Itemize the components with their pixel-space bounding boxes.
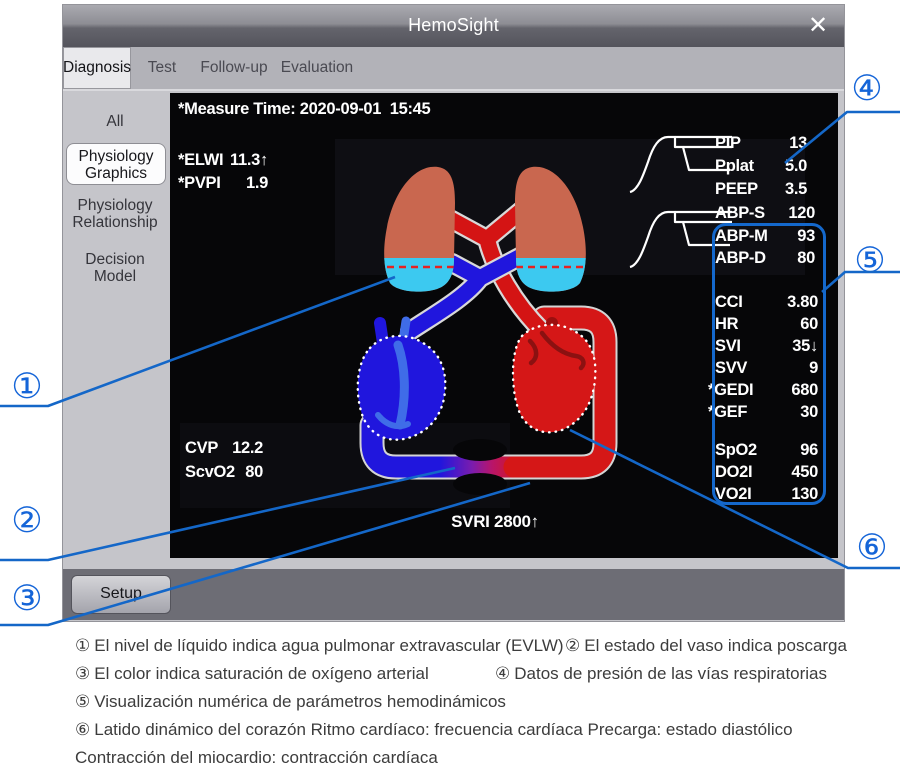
legend-item-6-cont: Contracción del miocardio: contracción c… <box>75 744 438 771</box>
sidebar-item-decision-model[interactable]: Decision Model <box>63 251 167 285</box>
title-bar: HemoSight ✕ <box>63 5 844 47</box>
vessel-pinch <box>453 473 507 495</box>
callout-1: ① <box>7 368 47 406</box>
callout-2: ② <box>7 502 47 540</box>
param-abp-s: ABP-S120 <box>715 202 815 224</box>
param-elwi: *ELWI11.3↑ <box>178 149 268 171</box>
sidebar-item-label: Relationship <box>63 214 167 231</box>
legend-item-3: ③El color indica saturación de oxígeno a… <box>75 660 495 688</box>
bottom-bar: Setup <box>63 569 844 620</box>
sidebar-item-label: Physiology <box>67 148 165 165</box>
param-svri: SVRI 2800↑ <box>410 512 580 532</box>
sidebar-item-label: Graphics <box>67 165 165 182</box>
right-heart-blue <box>358 321 446 440</box>
legend-row: ⑥Latido dinámico del corazón Ritmo cardí… <box>75 716 885 744</box>
legend: ①El nivel de líquido indica agua pulmona… <box>75 632 885 771</box>
callout-4: ④ <box>847 70 887 108</box>
dialog-title: HemoSight <box>63 15 844 36</box>
legend-row: Contracción del miocardio: contracción c… <box>75 744 885 771</box>
sidebar: All Physiology Graphics Physiology Relat… <box>63 91 167 569</box>
legend-row: ①El nivel de líquido indica agua pulmona… <box>75 632 885 660</box>
callout-3: ③ <box>7 580 47 618</box>
param-pvpi: *PVPI1.9 <box>178 172 268 194</box>
legend-item-6: ⑥Latido dinámico del corazón Ritmo cardí… <box>75 716 793 744</box>
tab-bar: Diagnosis Test Follow-up Evaluation <box>63 47 844 91</box>
param-pip: PIP13 <box>715 132 807 154</box>
close-icon[interactable]: ✕ <box>802 11 834 41</box>
legend-item-5: ⑤Visualización numérica de parámetros he… <box>75 688 506 716</box>
legend-item-1: ①El nivel de líquido indica agua pulmona… <box>75 632 565 660</box>
legend-item-4: ④Datos de presión de las vías respirator… <box>495 660 827 688</box>
hemodynamic-params-highlight-box <box>712 223 826 505</box>
sidebar-item-label: Physiology <box>63 197 167 214</box>
callout-6: ⑥ <box>852 529 892 567</box>
param-scvo2: ScvO280 <box>185 461 263 483</box>
param-pplat: Pplat5.0 <box>715 155 807 177</box>
tab-follow-up[interactable]: Follow-up <box>193 47 275 89</box>
sidebar-item-physiology-relationship[interactable]: Physiology Relationship <box>63 197 167 231</box>
measure-time: *Measure Time: 2020-09-01 15:45 <box>178 100 430 119</box>
tab-diagnosis[interactable]: Diagnosis <box>63 47 131 89</box>
screen: HemoSight ✕ Diagnosis Test Follow-up Eva… <box>0 0 900 775</box>
param-peep: PEEP3.5 <box>715 178 807 200</box>
legend-row: ⑤Visualización numérica de parámetros he… <box>75 688 885 716</box>
param-cvp: CVP12.2 <box>185 437 263 459</box>
vessel-pinch <box>453 439 507 461</box>
physiology-graphics-panel: *Measure Time: 2020-09-01 15:45 *ELWI11.… <box>170 93 838 558</box>
setup-button[interactable]: Setup <box>71 575 171 614</box>
legend-item-2: ②El estado del vaso indica poscarga <box>565 632 847 660</box>
sidebar-item-all[interactable]: All <box>63 113 167 130</box>
left-heart-red <box>513 323 595 432</box>
callout-5: ⑤ <box>850 242 890 280</box>
sidebar-item-physiology-graphics[interactable]: Physiology Graphics <box>66 143 166 185</box>
legend-row: ③El color indica saturación de oxígeno a… <box>75 660 885 688</box>
tab-test[interactable]: Test <box>131 47 193 89</box>
tab-evaluation[interactable]: Evaluation <box>275 47 359 89</box>
